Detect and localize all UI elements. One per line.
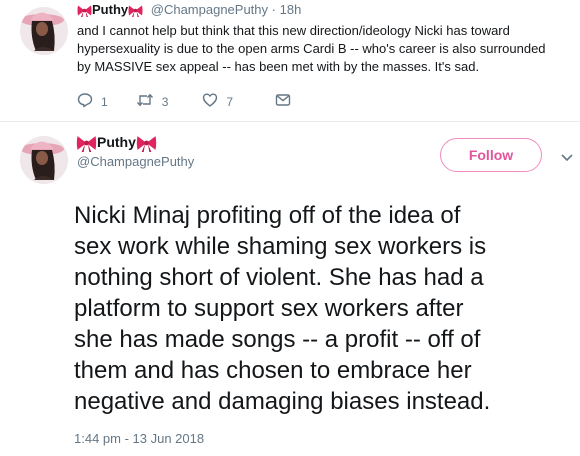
reply-count: 1: [101, 94, 108, 109]
bow-emoji-icon: [136, 134, 157, 153]
chevron-down-icon[interactable]: [560, 150, 574, 168]
heart-icon: [202, 92, 218, 111]
reply-button[interactable]: 1: [77, 92, 108, 111]
like-button[interactable]: 7: [202, 92, 233, 111]
bow-emoji-icon: [128, 4, 143, 18]
bow-emoji-icon: [76, 134, 97, 153]
follow-button[interactable]: Follow: [440, 138, 542, 172]
reply-text: and I cannot help but think that this ne…: [77, 23, 546, 74]
dm-button[interactable]: [275, 93, 291, 110]
reply-header: Puthy @ChampagnePuthy · 18h: [77, 1, 301, 19]
reply-display-name[interactable]: Puthy: [92, 2, 128, 17]
retweet-icon: [136, 92, 154, 111]
main-handle[interactable]: @ChampagnePuthy: [77, 154, 194, 169]
like-count: 7: [226, 94, 234, 109]
tweet-divider: [0, 121, 580, 122]
retweet-button[interactable]: 3: [136, 92, 169, 111]
reply-icon: [77, 92, 93, 111]
reply-separator: ·: [271, 2, 276, 17]
main-avatar[interactable]: [20, 136, 68, 184]
main-display-name: Puthy: [97, 134, 136, 150]
reply-actions: 1 3 7: [77, 92, 291, 111]
main-display-name-row[interactable]: Puthy: [76, 132, 157, 153]
reply-handle[interactable]: @ChampagnePuthy: [151, 2, 268, 17]
reply-avatar[interactable]: [20, 7, 68, 55]
envelope-icon: [275, 93, 291, 110]
bow-emoji-icon: [77, 4, 92, 18]
reply-time[interactable]: 18h: [280, 2, 302, 17]
main-tweet-text: Nicki Minaj profiting off of the idea of…: [74, 202, 491, 415]
retweet-count: 3: [161, 94, 169, 109]
main-timestamp[interactable]: 1:44 pm - 13 Jun 2018: [74, 431, 204, 446]
